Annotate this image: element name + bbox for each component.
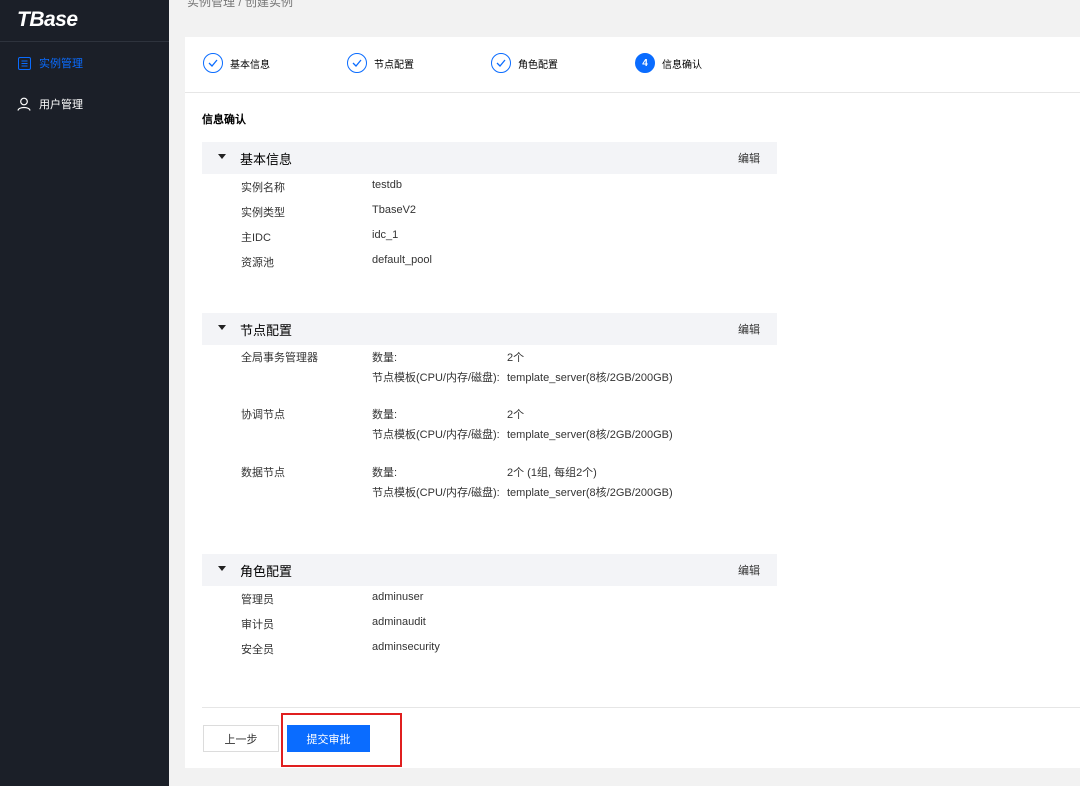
sidebar-item-users[interactable]: 用户管理 bbox=[0, 84, 169, 124]
bottom-strip bbox=[169, 768, 1080, 786]
step-label: 基本信息 bbox=[230, 59, 270, 71]
list-icon bbox=[17, 56, 31, 70]
breadcrumb: 实例管理 / 创建实例 bbox=[187, 0, 294, 9]
basic-label: 实例类型 bbox=[241, 207, 285, 219]
node-group-name: 数据节点 bbox=[241, 467, 285, 479]
step-label: 信息确认 bbox=[662, 59, 702, 71]
step-label: 节点配置 bbox=[374, 59, 414, 71]
top-bar: 实例管理 / 创建实例 bbox=[169, 0, 1080, 22]
sidebar-item-label: 用户管理 bbox=[39, 99, 83, 111]
basic-value: testdb bbox=[372, 179, 402, 191]
group-title: 角色配置 bbox=[240, 563, 293, 579]
template-value: template_server(8核/2GB/200GB) bbox=[507, 487, 673, 499]
check-icon bbox=[203, 53, 223, 73]
template-label: 节点模板(CPU/内存/磁盘): bbox=[372, 372, 500, 384]
template-value: template_server(8核/2GB/200GB) bbox=[507, 372, 673, 384]
edit-nodes-button[interactable]: 编辑 bbox=[738, 321, 760, 337]
check-icon bbox=[347, 53, 367, 73]
sidebar: TBase 实例管理 用户管理 bbox=[0, 0, 169, 786]
sidebar-divider bbox=[0, 41, 169, 42]
prev-step-button[interactable]: 上一步 bbox=[203, 725, 279, 752]
submit-approval-button[interactable]: 提交审批 bbox=[287, 725, 370, 752]
group-role-config[interactable]: 角色配置 编辑 bbox=[202, 554, 777, 586]
role-label: 安全员 bbox=[241, 644, 274, 656]
count-label: 数量: bbox=[372, 352, 398, 364]
group-node-config[interactable]: 节点配置 编辑 bbox=[202, 313, 777, 345]
edit-basic-button[interactable]: 编辑 bbox=[738, 150, 760, 166]
count-value: 2个 bbox=[507, 409, 525, 421]
basic-label: 实例名称 bbox=[241, 182, 285, 194]
group-title: 基本信息 bbox=[240, 151, 293, 167]
main-panel: 基本信息 节点配置 角色配置 4 信息确认 信息确认 基本信息 编辑 实例名称 … bbox=[185, 37, 1080, 768]
footer-divider bbox=[202, 707, 1080, 708]
role-value: adminsecurity bbox=[372, 641, 440, 653]
check-icon bbox=[491, 53, 511, 73]
caret-down-icon bbox=[218, 154, 226, 159]
user-icon bbox=[17, 97, 31, 111]
count-value: 2个 (1组, 每组2个) bbox=[507, 467, 597, 479]
caret-down-icon bbox=[218, 566, 226, 571]
steps-bar: 基本信息 节点配置 角色配置 4 信息确认 bbox=[185, 37, 1080, 93]
basic-value: default_pool bbox=[372, 254, 432, 266]
node-group-name: 全局事务管理器 bbox=[241, 352, 318, 364]
step-confirm[interactable]: 4 信息确认 bbox=[635, 53, 702, 73]
template-value: template_server(8核/2GB/200GB) bbox=[507, 429, 673, 441]
role-label: 审计员 bbox=[241, 619, 274, 631]
template-label: 节点模板(CPU/内存/磁盘): bbox=[372, 487, 500, 499]
step-label: 角色配置 bbox=[518, 59, 558, 71]
edit-roles-button[interactable]: 编辑 bbox=[738, 562, 760, 578]
count-label: 数量: bbox=[372, 409, 398, 421]
step-basic-info[interactable]: 基本信息 bbox=[203, 53, 270, 73]
step-node-config[interactable]: 节点配置 bbox=[347, 53, 414, 73]
group-basic-info[interactable]: 基本信息 编辑 bbox=[202, 142, 777, 174]
page-title: 信息确认 bbox=[202, 114, 246, 126]
step-number: 4 bbox=[635, 53, 655, 73]
sidebar-item-label: 实例管理 bbox=[39, 58, 83, 70]
basic-label: 主IDC bbox=[241, 232, 271, 244]
app-logo: TBase bbox=[17, 8, 78, 31]
role-value: adminaudit bbox=[372, 616, 426, 628]
group-title: 节点配置 bbox=[240, 322, 293, 338]
basic-value: idc_1 bbox=[372, 229, 399, 241]
caret-down-icon bbox=[218, 325, 226, 330]
count-label: 数量: bbox=[372, 467, 398, 479]
sidebar-item-instances[interactable]: 实例管理 bbox=[0, 43, 169, 83]
role-value: adminuser bbox=[372, 591, 424, 603]
step-role-config[interactable]: 角色配置 bbox=[491, 53, 558, 73]
basic-value: TbaseV2 bbox=[372, 204, 417, 216]
count-value: 2个 bbox=[507, 352, 525, 364]
template-label: 节点模板(CPU/内存/磁盘): bbox=[372, 429, 500, 441]
node-group-name: 协调节点 bbox=[241, 409, 285, 421]
role-label: 管理员 bbox=[241, 594, 274, 606]
basic-label: 资源池 bbox=[241, 257, 274, 269]
